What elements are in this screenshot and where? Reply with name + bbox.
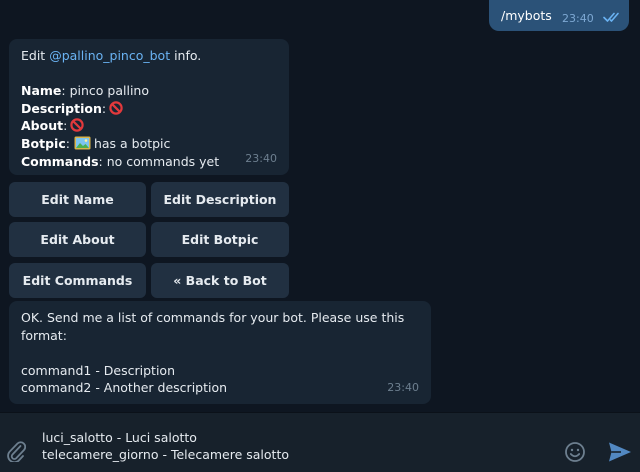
message-input-line-2: telecamere_giorno - Telecamere salotto — [42, 447, 289, 462]
commands-value: : no commands yet — [98, 153, 220, 169]
outgoing-message-time: 23:40 — [562, 12, 594, 25]
double-check-icon — [603, 12, 619, 22]
picture-icon — [74, 136, 91, 150]
bot-botpic-row: Botpic: has a botpic — [21, 135, 277, 153]
chat-area: /mybots 23:40 Edit @pallino_pinco_bot in… — [0, 0, 640, 412]
bot-handle-link[interactable]: @pallino_pinco_bot — [49, 48, 170, 63]
message-composer: luci_salotto - Luci salotto telecamere_g… — [0, 412, 640, 472]
reply-line-3: command1 - Description — [21, 362, 175, 378]
botpic-sep: : — [65, 135, 70, 151]
send-arrow-icon[interactable] — [608, 441, 632, 463]
edit-description-button[interactable]: Edit Description — [151, 182, 289, 217]
description-sep: : — [101, 100, 107, 116]
botpic-value: has a botpic — [93, 135, 171, 151]
bot-description-row: Description: — [21, 100, 277, 118]
description-label: Description — [21, 100, 102, 116]
commands-label: Commands — [21, 153, 99, 169]
edit-botpic-button[interactable]: Edit Botpic — [151, 222, 289, 257]
bot-info-message: Edit @pallino_pinco_bot info. Name: pinc… — [9, 39, 289, 175]
intro-suffix: info. — [170, 48, 202, 63]
commands-prompt-message: OK. Send me a list of commands for your … — [9, 301, 431, 404]
bot-info-intro: Edit @pallino_pinco_bot info. — [21, 47, 277, 65]
no-entry-icon — [109, 101, 123, 115]
about-label: About — [21, 118, 64, 134]
outgoing-message: /mybots 23:40 — [489, 0, 629, 31]
edit-about-button[interactable]: Edit About — [9, 222, 146, 257]
edit-commands-button[interactable]: Edit Commands — [9, 263, 146, 298]
message-input[interactable]: luci_salotto - Luci salotto telecamere_g… — [42, 429, 289, 463]
paperclip-icon[interactable] — [6, 440, 26, 462]
bot-commands-row: Commands: no commands yet — [21, 153, 277, 171]
name-value: : pinco pallino — [61, 83, 149, 99]
no-entry-icon — [70, 118, 85, 133]
name-label: Name — [21, 83, 62, 99]
reply-line-4: command2 - Another description — [21, 380, 228, 396]
about-sep: : — [63, 118, 68, 134]
reply-line-2: format: — [21, 327, 67, 343]
message-input-line-1: luci_salotto - Luci salotto — [42, 430, 197, 445]
reply-line-1: OK. Send me a list of commands for your … — [21, 310, 405, 325]
back-to-bot-button[interactable]: « Back to Bot — [151, 263, 289, 298]
edit-name-button[interactable]: Edit Name — [9, 182, 146, 217]
bot-name-row: Name: pinco pallino — [21, 82, 277, 100]
bot-about-row: About: — [21, 117, 277, 135]
outgoing-message-text: /mybots — [501, 8, 552, 23]
botpic-label: Botpic — [21, 135, 66, 151]
intro-prefix: Edit — [21, 48, 50, 63]
bot-info-time: 23:40 — [245, 152, 277, 166]
reply-time: 23:40 — [387, 381, 419, 395]
smiley-icon[interactable] — [564, 441, 586, 463]
